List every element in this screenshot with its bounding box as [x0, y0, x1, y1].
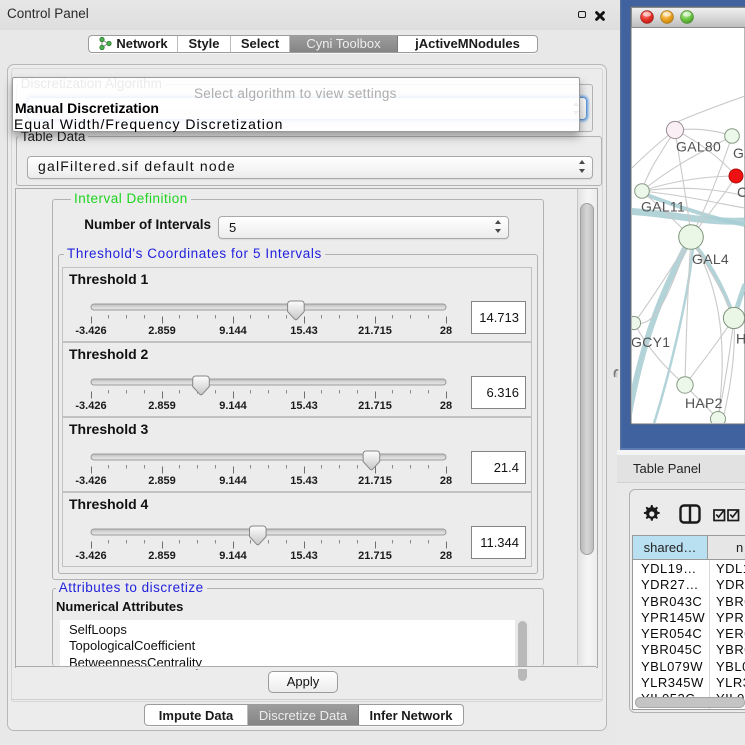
svg-text:28: 28: [440, 475, 452, 487]
svg-text:9.144: 9.144: [219, 400, 247, 412]
svg-text:28: 28: [440, 400, 452, 412]
svg-text:15.43: 15.43: [290, 325, 318, 337]
svg-text:C: C: [737, 184, 745, 200]
svg-text:21.715: 21.715: [358, 550, 392, 562]
svg-text:GA: GA: [733, 145, 745, 161]
svg-text:H: H: [736, 331, 745, 347]
svg-text:28: 28: [440, 325, 452, 337]
svg-text:-3.426: -3.426: [75, 550, 106, 562]
svg-text:-3.426: -3.426: [75, 400, 106, 412]
svg-text:15.43: 15.43: [290, 475, 318, 487]
svg-text:2.859: 2.859: [148, 475, 176, 487]
svg-text:2.859: 2.859: [148, 400, 176, 412]
svg-text:21.715: 21.715: [358, 475, 392, 487]
svg-text:-3.426: -3.426: [75, 325, 106, 337]
svg-text:21.715: 21.715: [358, 400, 392, 412]
svg-text:21.715: 21.715: [358, 325, 392, 337]
svg-text:2.859: 2.859: [148, 325, 176, 337]
svg-text:9.144: 9.144: [219, 325, 247, 337]
svg-text:9.144: 9.144: [219, 550, 247, 562]
svg-text:GAL11: GAL11: [641, 199, 685, 215]
svg-text:HAP2: HAP2: [685, 395, 723, 411]
svg-text:-3.426: -3.426: [75, 475, 106, 487]
svg-text:GCY1: GCY1: [631, 334, 670, 350]
svg-text:15.43: 15.43: [290, 550, 318, 562]
svg-text:GAL80: GAL80: [676, 139, 721, 155]
svg-text:GAL4: GAL4: [692, 251, 729, 267]
svg-text:2.859: 2.859: [148, 550, 176, 562]
svg-text:15.43: 15.43: [290, 400, 318, 412]
svg-text:9.144: 9.144: [219, 475, 247, 487]
svg-text:28: 28: [440, 550, 452, 562]
